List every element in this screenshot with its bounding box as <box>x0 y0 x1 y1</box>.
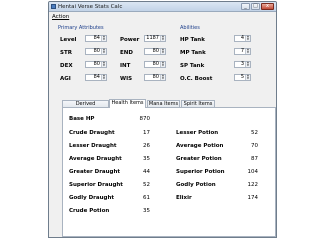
int-value: 80 <box>152 61 159 67</box>
base-hp-label: Base HP <box>69 116 95 122</box>
tab-health-items[interactable]: Health Items <box>109 99 146 108</box>
hp-tank-spinner[interactable]: 4 ▲ ▼ <box>234 35 251 42</box>
lesser-draught-label: Lesser Draught <box>69 143 117 149</box>
mp-tank-label: MP Tank <box>180 50 206 56</box>
app-icon <box>51 4 56 9</box>
str-spinner[interactable]: 80 ▲ ▼ <box>85 48 107 55</box>
mp-tank-value: 7 <box>240 48 244 54</box>
power-spin-arrows[interactable]: ▲ ▼ <box>160 35 165 41</box>
app-window: Hentai Verse Stats Calc _ □ x Action Pri… <box>48 1 277 238</box>
sp-tank-value: 3 <box>240 61 244 67</box>
mp-tank-spin-arrows[interactable]: ▲ ▼ <box>245 48 250 54</box>
end-value: 80 <box>152 48 159 54</box>
dex-label: DEX <box>60 63 73 69</box>
wis-value: 80 <box>152 74 159 80</box>
average-potion-value: 70 <box>251 143 258 149</box>
sp-tank-spinner[interactable]: 3 ▲ ▼ <box>234 61 251 68</box>
superior-draught-label: Superior Draught <box>69 182 123 188</box>
primary-attributes-label: Primary Attributes <box>58 25 104 31</box>
dex-spin-arrows[interactable]: ▲ ▼ <box>101 61 106 67</box>
lesser-draught-value: 26 <box>143 143 150 149</box>
level-value: 84 <box>93 35 100 41</box>
wis-spinner[interactable]: 80 ▲ ▼ <box>144 74 166 81</box>
close-button[interactable]: x <box>261 3 274 10</box>
average-draught-value: 35 <box>143 156 150 162</box>
elixir-value: 174 <box>247 195 259 201</box>
int-spin-arrows[interactable]: ▲ ▼ <box>160 61 165 67</box>
end-spinner[interactable]: 80 ▲ ▼ <box>144 48 166 55</box>
power-label: Power <box>120 37 140 43</box>
wis-label: WIS <box>120 76 133 82</box>
hp-tank-value: 4 <box>240 35 244 41</box>
power-spinner[interactable]: 1187 ▲ ▼ <box>144 35 166 42</box>
crude-potion-value: 35 <box>143 208 150 214</box>
level-spinner[interactable]: 84 ▲ ▼ <box>85 35 107 42</box>
superior-draught-value: 52 <box>143 182 150 188</box>
agi-label: AGI <box>60 76 71 82</box>
abilities-label: Abilities <box>180 25 200 31</box>
menu-action[interactable]: Action <box>52 14 69 20</box>
power-value: 1187 <box>146 35 159 41</box>
level-label: Level <box>60 37 77 43</box>
agi-value: 84 <box>93 74 100 80</box>
crude-draught-value: 17 <box>143 130 150 136</box>
greater-draught-value: 44 <box>143 169 150 175</box>
wis-spin-arrows[interactable]: ▲ ▼ <box>160 74 165 80</box>
int-spinner[interactable]: 80 ▲ ▼ <box>144 61 166 68</box>
minimize-button[interactable]: _ <box>241 3 250 10</box>
agi-spinner[interactable]: 84 ▲ ▼ <box>85 74 107 81</box>
crude-draught-label: Crude Draught <box>69 130 115 136</box>
title-bar[interactable]: Hentai Verse Stats Calc _ □ x <box>49 2 276 12</box>
agi-spin-arrows[interactable]: ▲ ▼ <box>101 74 106 80</box>
int-label: INT <box>120 63 131 69</box>
average-potion-label: Average Potion <box>176 143 224 149</box>
elixir-label: Elixir <box>176 195 192 201</box>
health-items-panel: Base HP 870 Crude Draught 17 Lesser Drau… <box>62 107 276 237</box>
dex-spinner[interactable]: 80 ▲ ▼ <box>85 61 107 68</box>
oc-boost-value: 5 <box>240 74 244 80</box>
window-title: Hentai Verse Stats Calc <box>58 4 123 10</box>
superior-potion-label: Superior Potion <box>176 169 225 175</box>
greater-draught-label: Greater Draught <box>69 169 121 175</box>
end-spin-arrows[interactable]: ▲ ▼ <box>160 48 165 54</box>
sp-tank-label: SP Tank <box>180 63 205 69</box>
godly-potion-value: 122 <box>247 182 259 188</box>
crude-potion-label: Crude Potion <box>69 208 110 214</box>
godly-potion-label: Godly Potion <box>176 182 216 188</box>
mp-tank-spinner[interactable]: 7 ▲ ▼ <box>234 48 251 55</box>
greater-potion-value: 87 <box>251 156 258 162</box>
oc-boost-label: O.C. Boost <box>180 76 213 82</box>
superior-potion-value: 104 <box>247 169 259 175</box>
lesser-potion-label: Lesser Potion <box>176 130 219 136</box>
level-spin-arrows[interactable]: ▲ ▼ <box>101 35 106 41</box>
window-controls: _ □ x <box>241 3 274 10</box>
end-label: END <box>120 50 133 56</box>
godly-draught-label: Godly Draught <box>69 195 115 201</box>
oc-boost-spin-arrows[interactable]: ▲ ▼ <box>245 74 250 80</box>
str-spin-arrows[interactable]: ▲ ▼ <box>101 48 106 54</box>
average-draught-label: Average Draught <box>69 156 122 162</box>
hp-tank-spin-arrows[interactable]: ▲ ▼ <box>245 35 250 41</box>
greater-potion-label: Greater Potion <box>176 156 222 162</box>
menu-bar: Action <box>49 13 276 21</box>
base-hp-value: 870 <box>139 116 151 122</box>
str-value: 80 <box>93 48 100 54</box>
dex-value: 80 <box>93 61 100 67</box>
hp-tank-label: HP Tank <box>180 37 205 43</box>
godly-draught-value: 61 <box>143 195 150 201</box>
oc-boost-spinner[interactable]: 5 ▲ ▼ <box>234 74 251 81</box>
maximize-button[interactable]: □ <box>251 3 260 10</box>
sp-tank-spin-arrows[interactable]: ▲ ▼ <box>245 61 250 67</box>
str-label: STR <box>60 50 72 56</box>
lesser-potion-value: 52 <box>251 130 258 136</box>
